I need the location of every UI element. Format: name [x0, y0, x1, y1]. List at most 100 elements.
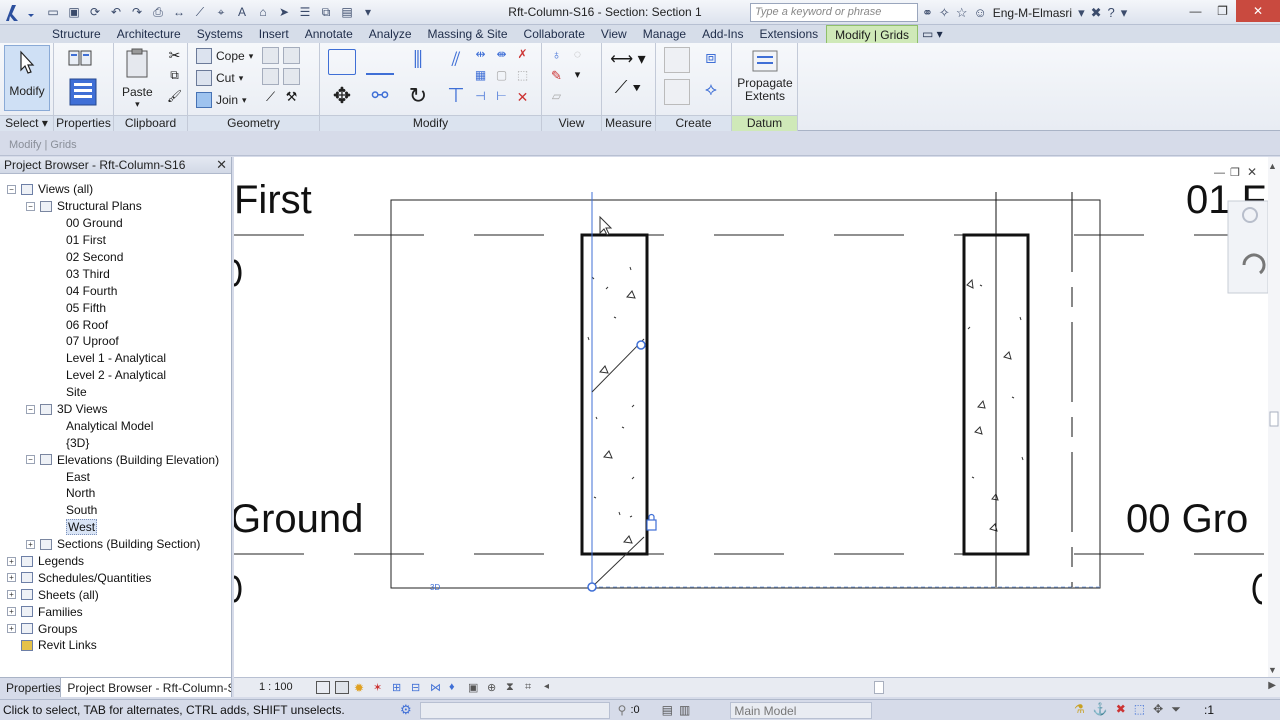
tree-item[interactable]: South [0, 502, 231, 519]
active-workset-dropdown[interactable] [419, 701, 610, 719]
dimension-icon[interactable]: ⟋ [191, 3, 209, 21]
tab-modify-grids[interactable]: Modify | Grids [826, 25, 918, 43]
drag-elements-icon[interactable]: ✥ [1153, 702, 1163, 717]
3d-extent-tag[interactable]: 3D [430, 583, 440, 592]
tree-item[interactable]: {3D} [0, 434, 231, 451]
cut-button[interactable]: Cut ▾ [196, 69, 243, 87]
tree-item[interactable]: Analytical Model [0, 417, 231, 434]
redo-icon[interactable]: ↷ [128, 3, 146, 21]
tree-item[interactable]: − Structural Plans [0, 198, 231, 215]
tab-architecture[interactable]: Architecture [109, 25, 189, 43]
tree-item[interactable]: North [0, 485, 231, 502]
tree-item[interactable]: + Sections (Building Section) [0, 536, 231, 553]
tree-item[interactable]: West [0, 519, 231, 536]
tree-item[interactable]: Site [0, 384, 231, 401]
delete-icon[interactable]: ✕ [514, 89, 531, 106]
cut-dropdown-icon[interactable]: ▾ [239, 73, 244, 84]
collapse-icon[interactable]: − [26, 201, 35, 211]
sun-path-icon[interactable]: ✹ [354, 681, 368, 695]
tree-item[interactable]: + Families [0, 603, 231, 620]
filter-icon[interactable]: ⏷ [1171, 702, 1181, 717]
join-dropdown-icon[interactable]: ▾ [242, 95, 247, 106]
view-minimize-icon[interactable]: — [1214, 167, 1225, 179]
view-restore-icon[interactable]: ❐ [1230, 167, 1240, 179]
show-crop-icon[interactable]: ⊟ [411, 681, 425, 694]
minimize-icon[interactable]: — [1182, 0, 1209, 22]
project-browser-close-icon[interactable]: ✕ [216, 157, 227, 173]
tab-analyze[interactable]: Analyze [361, 25, 420, 43]
view-scale[interactable]: 1 : 100 [259, 681, 293, 693]
shadows-icon[interactable]: ✶ [373, 681, 387, 694]
section-view-drawing[interactable]: First Ground 01 F 00 Gro 3D — ❐ ✕ ▲ ▼ [230, 157, 1280, 677]
join-button[interactable]: Join ▾ [196, 91, 247, 109]
tree-item[interactable]: + Sheets (all) [0, 586, 231, 603]
save-icon[interactable]: ▣ [65, 3, 83, 21]
trim-single-icon[interactable]: ⊣ [472, 89, 489, 106]
design-options-icon[interactable]: ▤ [662, 703, 673, 717]
match-properties-icon[interactable]: 🖌 [166, 89, 183, 106]
eraser-icon[interactable]: ▱ [548, 89, 565, 106]
split-element-icon[interactable]: ⇹ [472, 47, 489, 64]
highlight-displacement-icon[interactable]: ⧗ [506, 681, 520, 694]
editable-icon[interactable]: ⚲ [618, 703, 627, 717]
subscription-icon[interactable]: ✧ [939, 5, 950, 21]
section-icon[interactable]: ➤ [275, 3, 293, 21]
tab-add-ins[interactable]: Add-Ins [694, 25, 751, 43]
paint-icon[interactable] [283, 47, 300, 64]
measure-distance-icon[interactable]: ⟷ ▾ [608, 49, 648, 68]
level-label-ground-right[interactable]: 00 Gro [1126, 497, 1248, 541]
lock-icon[interactable] [646, 519, 657, 531]
split-gap-icon[interactable]: ⇼ [493, 47, 510, 64]
select-links-icon[interactable]: ⚗ [1074, 702, 1085, 717]
tree-item[interactable]: Level 2 - Analytical [0, 367, 231, 384]
scroll-right-icon[interactable]: ▶ [1268, 680, 1276, 691]
tab-extensions[interactable]: Extensions [751, 25, 826, 43]
level-label-first[interactable]: First [234, 178, 312, 222]
expand-icon[interactable]: + [7, 607, 16, 617]
visual-style-icon[interactable] [335, 681, 349, 694]
scroll-down-icon[interactable]: ▼ [1268, 665, 1277, 675]
collapse-icon[interactable]: − [7, 184, 16, 194]
help-dropdown-icon[interactable]: ▾ [1121, 5, 1128, 21]
drawing-area[interactable]: First Ground 01 F 00 Gro 3D — ❐ ✕ ▲ ▼ [230, 157, 1280, 677]
tag-icon[interactable]: ⌖ [212, 3, 230, 21]
print-icon[interactable]: ⎙ [149, 3, 167, 21]
tree-item[interactable]: − 3D Views [0, 401, 231, 418]
detail-level-icon[interactable] [316, 681, 330, 694]
worksets-icon[interactable]: ⚙ [400, 702, 412, 718]
tree-item[interactable]: Revit Links [0, 637, 231, 654]
horizontal-scroll-thumb[interactable] [874, 681, 884, 694]
trim-extend-icon[interactable]: ⊤ [442, 83, 470, 109]
favorites-star-icon[interactable]: ☆ [956, 5, 968, 21]
binoculars-icon[interactable]: ⚭ [922, 5, 933, 21]
trim-multiple-icon[interactable]: ⊢ [493, 89, 510, 106]
paste-button[interactable]: Paste ▾ [122, 47, 153, 110]
tab-massing-site[interactable]: Massing & Site [420, 25, 516, 43]
tab-collaborate[interactable]: Collaborate [516, 25, 593, 43]
expand-icon[interactable]: + [7, 624, 16, 634]
tab-properties-palette[interactable]: Properties [0, 678, 62, 697]
tab-structure[interactable]: Structure [44, 25, 109, 43]
vertical-scroll-thumb[interactable] [1269, 411, 1279, 427]
undo-icon[interactable]: ↶ [107, 3, 125, 21]
type-properties-button[interactable] [66, 47, 96, 73]
pin-icon[interactable]: ⬚ [514, 68, 531, 85]
user-dropdown-icon[interactable]: ▾ [1078, 5, 1085, 21]
cut-scissors-icon[interactable]: ✂ [166, 47, 183, 64]
tree-item[interactable]: 00 Ground [0, 215, 231, 232]
reveal-hidden-icon[interactable]: ♦ [449, 681, 463, 694]
tab-annotate[interactable]: Annotate [297, 25, 361, 43]
qat-dropdown-icon[interactable]: ▾ [359, 3, 377, 21]
collapse-icon[interactable]: − [26, 455, 35, 465]
view-dropdown-icon[interactable]: ▾ [569, 68, 586, 85]
select-underlay-icon[interactable]: ⚓ [1093, 702, 1108, 717]
hammer-icon[interactable]: ⚒ [283, 89, 300, 106]
demolish-icon[interactable]: ⟋ [262, 89, 279, 106]
properties-button[interactable] [68, 77, 98, 107]
tree-item[interactable]: 04 Fourth [0, 282, 231, 299]
cope-dropdown-icon[interactable]: ▾ [249, 51, 254, 62]
expand-icon[interactable]: + [7, 590, 16, 600]
help-icon[interactable]: ? [1108, 5, 1115, 20]
propagate-extents-button[interactable]: Propagate Extents [736, 47, 794, 103]
collapse-icon[interactable]: − [26, 404, 35, 414]
